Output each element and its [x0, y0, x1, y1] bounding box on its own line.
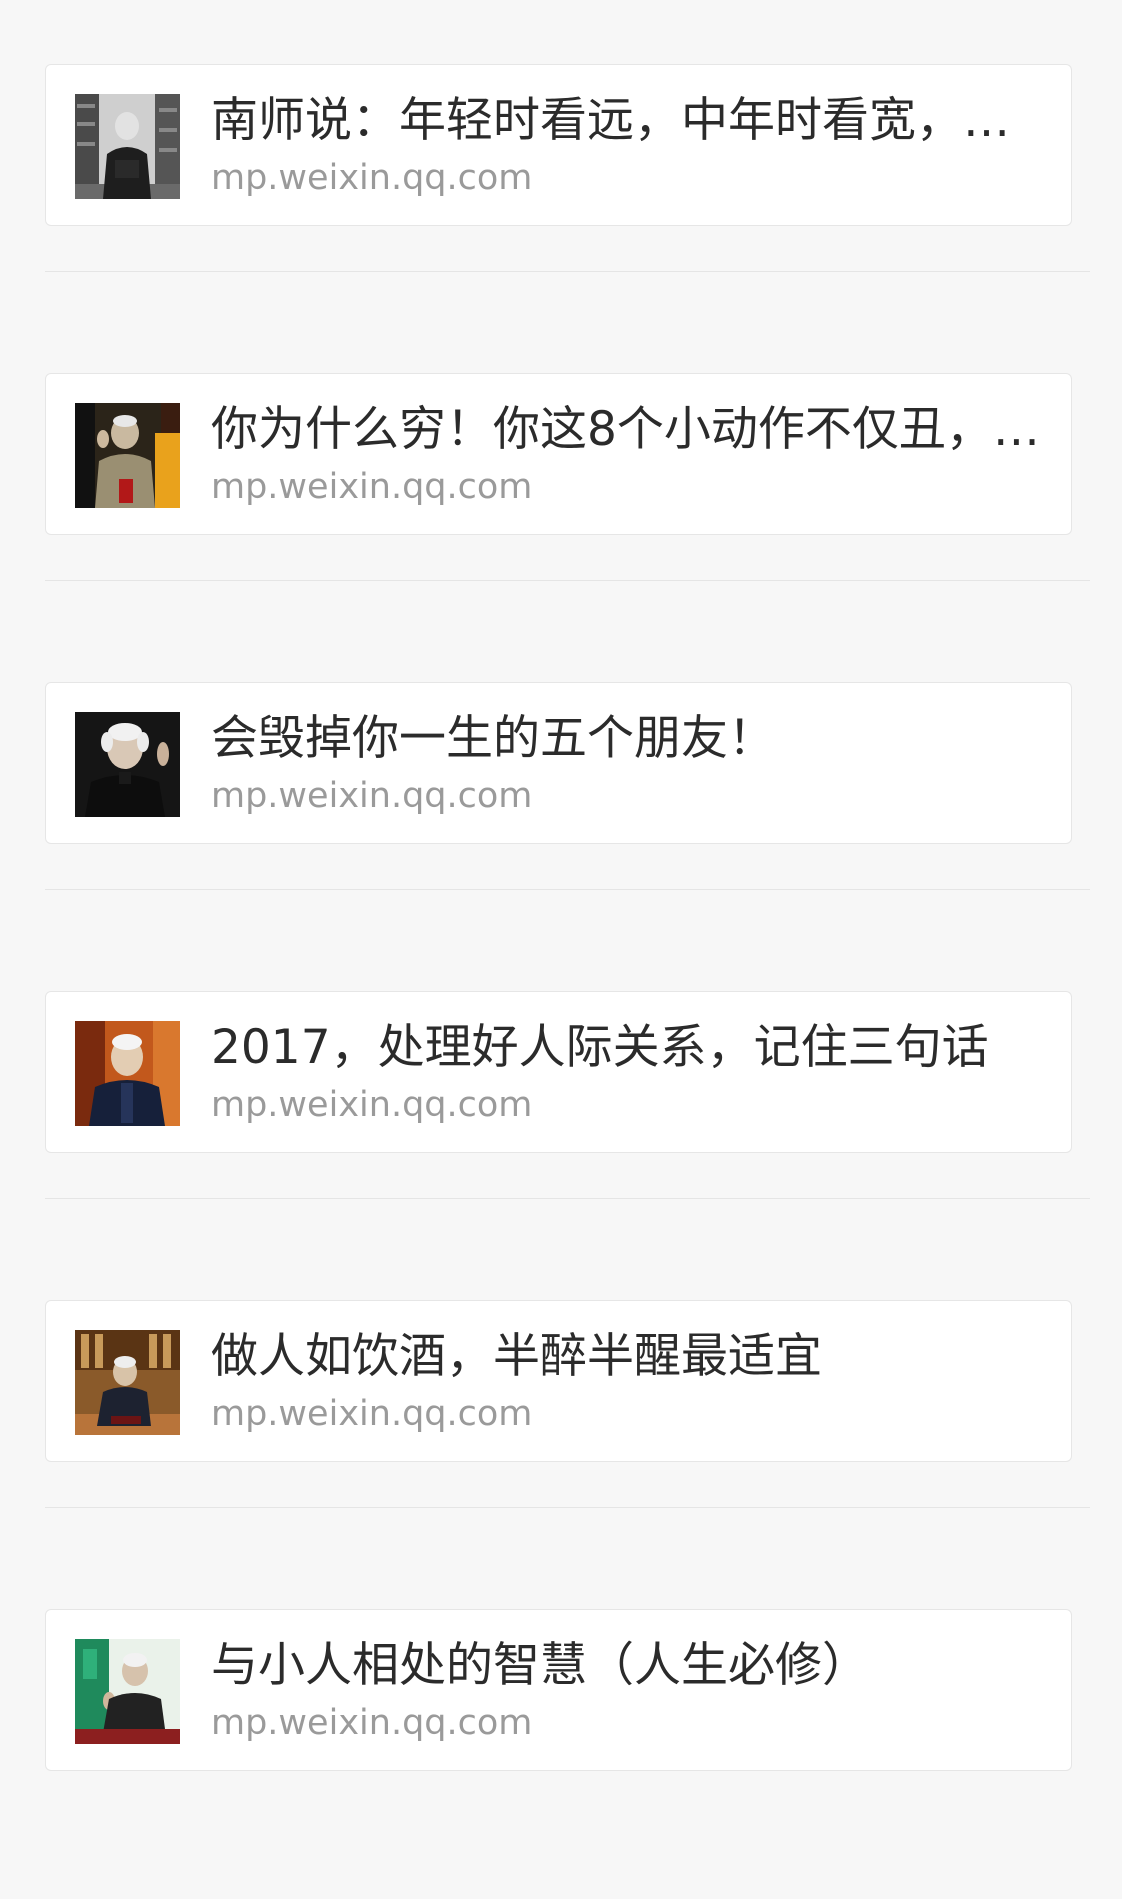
article-section: 南师说：年轻时看远，中年时看宽，老年时看透 mp.weixin.qq.com [45, 45, 1090, 354]
article-thumbnail [75, 1021, 180, 1126]
article-source: mp.weixin.qq.com [211, 467, 533, 507]
article-source: mp.weixin.qq.com [211, 1703, 533, 1743]
article-title: 南师说：年轻时看远，中年时看宽，老年时看透 [211, 93, 1051, 148]
man-portrait-bookshelf-bw-image [75, 94, 180, 199]
article-card[interactable]: 你为什么穷！你这8个小动作不仅丑，还让你穷！ mp.weixin.qq.com [45, 373, 1072, 535]
article-section: 会毁掉你一生的五个朋友！ mp.weixin.qq.com [45, 663, 1090, 972]
article-title: 与小人相处的智慧（人生必修） [211, 1638, 869, 1693]
article-title: 会毁掉你一生的五个朋友！ [211, 711, 775, 766]
man-portrait-orange-background-image [75, 1021, 180, 1126]
article-source: mp.weixin.qq.com [211, 776, 533, 816]
article-section: 2017，处理好人际关系，记住三句话 mp.weixin.qq.com [45, 972, 1090, 1281]
article-section: 与小人相处的智慧（人生必修） mp.weixin.qq.com [45, 1590, 1090, 1899]
article-source: mp.weixin.qq.com [211, 158, 533, 198]
article-card[interactable]: 做人如饮酒，半醉半醒最适宜 mp.weixin.qq.com [45, 1300, 1072, 1462]
article-title: 做人如饮酒，半醉半醒最适宜 [211, 1329, 822, 1384]
divider [45, 580, 1090, 581]
article-thumbnail [75, 1330, 180, 1435]
divider [45, 1198, 1090, 1199]
article-thumbnail [75, 94, 180, 199]
divider [45, 1507, 1090, 1508]
man-lecturing-stage-image [75, 1639, 180, 1744]
article-thumbnail [75, 712, 180, 817]
divider [45, 889, 1090, 890]
article-source: mp.weixin.qq.com [211, 1394, 533, 1434]
article-list: 南师说：年轻时看远，中年时看宽，老年时看透 mp.weixin.qq.com [0, 0, 1122, 1839]
article-section: 做人如饮酒，半醉半醒最适宜 mp.weixin.qq.com [45, 1281, 1090, 1590]
article-card[interactable]: 2017，处理好人际关系，记住三句话 mp.weixin.qq.com [45, 991, 1072, 1153]
divider [45, 271, 1090, 272]
article-card[interactable]: 会毁掉你一生的五个朋友！ mp.weixin.qq.com [45, 682, 1072, 844]
article-section: 你为什么穷！你这8个小动作不仅丑，还让你穷！ mp.weixin.qq.com [45, 354, 1090, 663]
article-title: 2017，处理好人际关系，记住三句话 [211, 1020, 989, 1075]
article-thumbnail [75, 403, 180, 508]
article-thumbnail [75, 1639, 180, 1744]
article-title: 你为什么穷！你这8个小动作不仅丑，还让你穷！ [211, 402, 1051, 457]
article-source: mp.weixin.qq.com [211, 1085, 533, 1125]
article-card[interactable]: 与小人相处的智慧（人生必修） mp.weixin.qq.com [45, 1609, 1072, 1771]
man-seated-study-image [75, 1330, 180, 1435]
article-card[interactable]: 南师说：年轻时看远，中年时看宽，老年时看透 mp.weixin.qq.com [45, 64, 1072, 226]
man-speaking-gesture-image [75, 403, 180, 508]
man-portrait-dark-background-image [75, 712, 180, 817]
